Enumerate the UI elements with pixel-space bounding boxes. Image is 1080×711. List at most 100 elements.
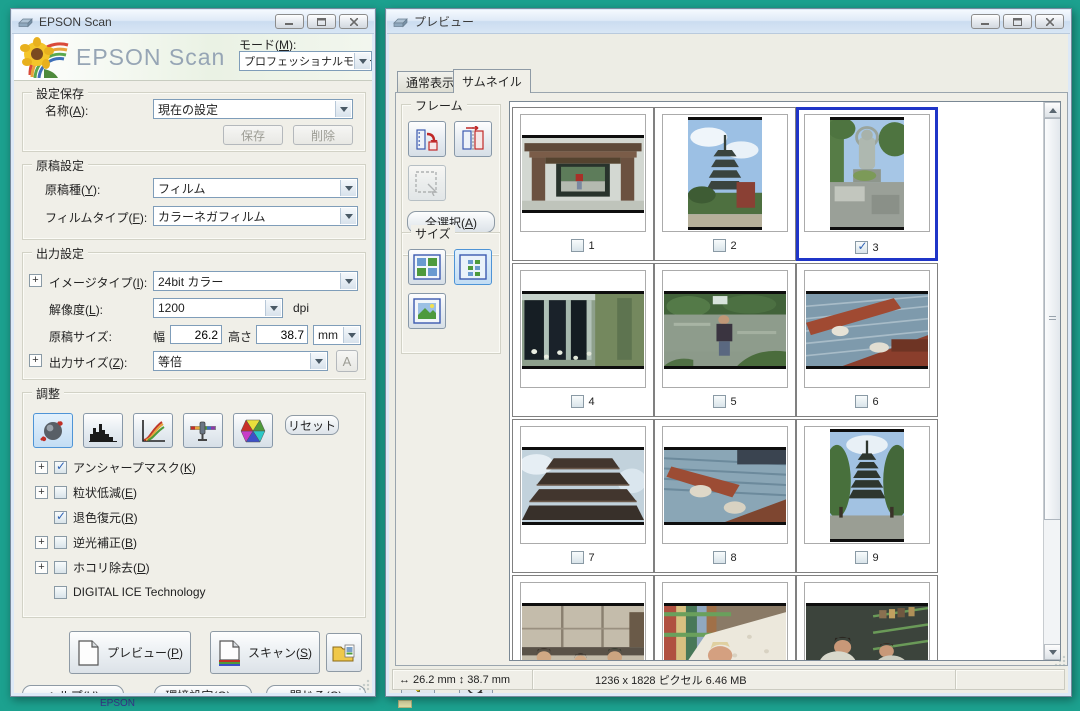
doc-type-combobox[interactable]: フィルム (153, 178, 358, 198)
height-input[interactable] (256, 325, 308, 344)
image-type-expand-button[interactable]: + (29, 274, 42, 287)
image-adjustment-button[interactable] (183, 413, 223, 448)
tab-thumbnail[interactable]: サムネイル (453, 69, 531, 93)
scan-titlebar[interactable]: EPSON Scan (12, 10, 374, 34)
tone-curve-button[interactable] (133, 413, 173, 448)
adjust-checkbox[interactable]: ✓ (54, 561, 67, 574)
close-dialog-button[interactable]: 閉じる(C) (266, 685, 366, 693)
thumbnail-checkbox[interactable]: ✓ (855, 551, 868, 564)
adjust-checkbox-label: アンシャープマスク(K) (73, 459, 196, 476)
adjust-checkbox[interactable]: ✓ (54, 486, 67, 499)
settings-name-combobox[interactable]: 現在の設定 (153, 99, 353, 119)
minimize-button[interactable] (971, 14, 1000, 29)
size-unit-combobox[interactable]: mm (313, 325, 361, 345)
preview-titlebar[interactable]: プレビュー (387, 10, 1070, 34)
thumbnail-cell[interactable]: ✓ 8 (654, 419, 796, 573)
adjust-checkbox-label: 退色復元(R) (73, 509, 138, 526)
original-settings-group: 原稿設定 原稿種(Y): フィルム フィルムタイプ(F): カラーネガフィルム (22, 164, 366, 240)
adjust-expand-button[interactable]: + (35, 486, 48, 499)
thumbnail-cell[interactable]: ✓ 7 (512, 419, 654, 573)
adjust-checkbox[interactable]: ✓ (54, 461, 67, 474)
thumb-size-large-button[interactable] (408, 293, 446, 329)
vertical-arrow-icon: ↕ (459, 674, 465, 686)
epson-flower-logo (20, 37, 70, 78)
output-size-combobox[interactable]: 等倍 (153, 351, 328, 371)
desktop-icon-label[interactable]: EPSON (100, 698, 135, 709)
thumbnail-cell[interactable]: ✓ 6 (796, 263, 938, 417)
close-button[interactable] (1035, 14, 1064, 29)
film-frame (804, 582, 930, 661)
thumbnail-checkbox[interactable]: ✓ (855, 241, 868, 254)
reset-button[interactable]: リセット (285, 415, 339, 435)
adjust-expand-button[interactable]: + (35, 536, 48, 549)
width-input[interactable] (170, 325, 222, 344)
height-label: 高さ (228, 328, 252, 345)
auto-exposure-button[interactable] (33, 413, 73, 448)
vertical-scrollbar[interactable] (1043, 102, 1060, 660)
thumb-size-small-button[interactable] (408, 249, 446, 285)
help-button[interactable]: ヘルプ(H) (22, 685, 124, 693)
scanner-icon (393, 15, 408, 28)
thumbnail-cell[interactable]: ✓ 4 (512, 263, 654, 417)
thumbnail-checkbox[interactable]: ✓ (713, 239, 726, 252)
histogram-button[interactable] (83, 413, 123, 448)
thumbnail-cell[interactable]: ✓ 10 (512, 575, 654, 661)
resize-grip[interactable] (358, 679, 370, 691)
maximize-button[interactable] (307, 14, 336, 29)
doc-type-label: 原稿種(Y): (45, 181, 100, 198)
thumbnail-checkbox[interactable]: ✓ (571, 395, 584, 408)
chevron-down-icon (343, 327, 359, 343)
configuration-button[interactable]: 環境設定(O)... (154, 685, 252, 693)
maximize-button[interactable] (1003, 14, 1032, 29)
thumbnail-checkbox[interactable]: ✓ (571, 239, 584, 252)
thumb-size-small-icon (413, 254, 441, 280)
mirror-button[interactable] (454, 121, 492, 157)
thumbnail-cell[interactable]: ✓ 1 (512, 107, 654, 261)
film-frame (662, 582, 788, 661)
mode-combobox[interactable]: プロフェッショナルモード (239, 51, 372, 71)
thumbnail-cell[interactable]: ✓ 5 (654, 263, 796, 417)
size-group: サイズ (401, 232, 501, 354)
thumbnail-checkbox[interactable]: ✓ (713, 551, 726, 564)
minimize-button[interactable] (275, 14, 304, 29)
marquee-button[interactable] (408, 165, 446, 201)
color-palette-button[interactable] (233, 413, 273, 448)
scroll-up-button[interactable] (1044, 102, 1061, 118)
resolution-combobox[interactable]: 1200 (153, 298, 283, 318)
thumbnail-photo (664, 291, 786, 369)
desktop-icon[interactable] (398, 700, 412, 708)
scrollbar-thumb[interactable] (1044, 118, 1061, 520)
rotate-left-button[interactable] (408, 121, 446, 157)
thumbnail-checkbox[interactable]: ✓ (713, 395, 726, 408)
thumb-size-medium-button[interactable] (454, 249, 492, 285)
film-frame (520, 426, 646, 544)
adjust-checkbox[interactable]: ✓ (54, 511, 67, 524)
resize-grip[interactable] (1054, 655, 1066, 667)
delete-button[interactable]: 削除 (293, 125, 353, 145)
film-type-label: フィルムタイプ(F): (45, 209, 147, 226)
thumbnail-cell[interactable]: ✓ 11 (654, 575, 796, 661)
file-save-settings-button[interactable] (326, 633, 362, 672)
adjust-checkbox[interactable]: ✓ (54, 586, 67, 599)
thumb-size-large-icon (413, 298, 441, 324)
adjust-expand-button[interactable]: + (35, 561, 48, 574)
thumbnail-cell[interactable]: ✓ 2 (654, 107, 796, 261)
save-button[interactable]: 保存 (223, 125, 283, 145)
folder-icon (332, 643, 356, 663)
thumbnail-checkbox[interactable]: ✓ (855, 395, 868, 408)
adjust-checkbox[interactable]: ✓ (54, 536, 67, 549)
image-adjustment-icon (189, 420, 217, 442)
adjust-expand-button[interactable]: + (35, 461, 48, 474)
preview-button[interactable]: プレビュー(P) (69, 631, 191, 674)
thumbnail-checkbox[interactable]: ✓ (571, 551, 584, 564)
thumbnail-cell[interactable]: ✓ 3 (796, 107, 938, 261)
thumbnail-cell[interactable]: ✓ 9 (796, 419, 938, 573)
output-size-expand-button[interactable]: + (29, 354, 42, 367)
auto-size-button[interactable]: A (336, 350, 358, 372)
thumbnail-number: 5 (730, 396, 736, 408)
image-type-combobox[interactable]: 24bit カラー (153, 271, 358, 291)
film-type-combobox[interactable]: カラーネガフィルム (153, 206, 358, 226)
close-button[interactable] (339, 14, 368, 29)
scan-button[interactable]: スキャン(S) (210, 631, 320, 674)
thumbnail-cell[interactable]: ✓ 12 (796, 575, 938, 661)
